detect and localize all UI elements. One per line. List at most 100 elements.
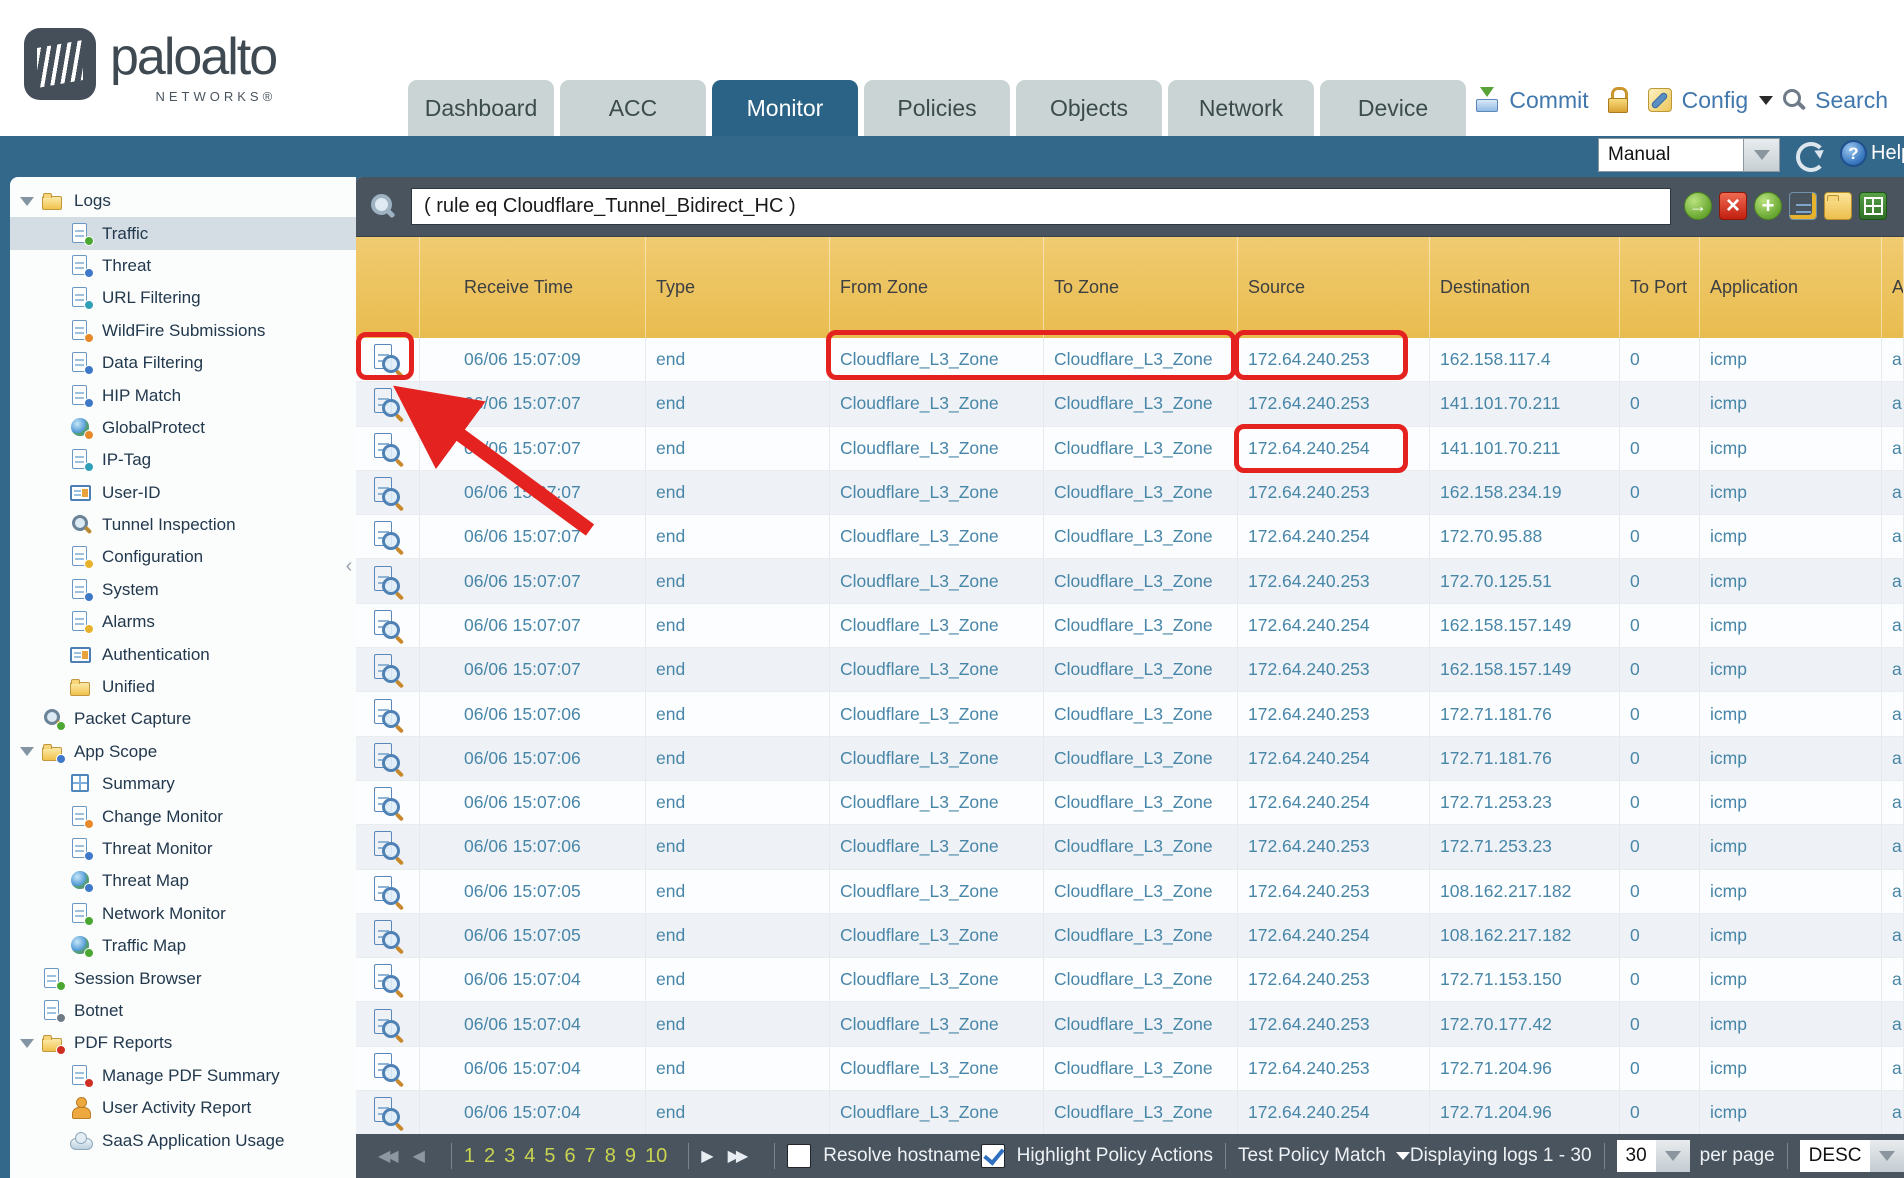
cell-application[interactable]: icmp — [1700, 737, 1882, 780]
config-caret-icon[interactable] — [1759, 96, 1773, 105]
cell-source[interactable]: 172.64.240.253 — [1238, 1002, 1430, 1045]
add-filter-button[interactable] — [1754, 192, 1782, 220]
help-label[interactable]: Help — [1871, 142, 1904, 165]
page-7[interactable]: 7 — [585, 1145, 596, 1168]
chevron-down-icon[interactable] — [1396, 1152, 1410, 1160]
page-8[interactable]: 8 — [605, 1145, 616, 1168]
cell-destination[interactable]: 108.162.217.182 — [1430, 914, 1620, 957]
cell-application[interactable]: icmp — [1700, 1047, 1882, 1090]
cell-destination[interactable]: 172.70.95.88 — [1430, 515, 1620, 558]
sidebar-item-hip-match[interactable]: HIP Match — [10, 379, 356, 411]
page-3[interactable]: 3 — [504, 1145, 515, 1168]
cell-application[interactable]: icmp — [1700, 1091, 1882, 1134]
cell-application[interactable]: icmp — [1700, 559, 1882, 602]
tab-dashboard[interactable]: Dashboard — [408, 80, 554, 136]
cell-to-zone[interactable]: Cloudflare_L3_Zone — [1044, 781, 1238, 824]
cell-destination[interactable]: 172.70.177.42 — [1430, 1002, 1620, 1045]
column-header-source[interactable]: Source — [1238, 237, 1430, 338]
cell-from-zone[interactable]: Cloudflare_L3_Zone — [830, 692, 1044, 735]
cell-destination[interactable]: 172.71.204.96 — [1430, 1047, 1620, 1090]
cell-application[interactable]: icmp — [1700, 958, 1882, 1001]
cell-from-zone[interactable]: Cloudflare_L3_Zone — [830, 648, 1044, 691]
save-filter-button[interactable] — [1789, 192, 1817, 220]
log-detail-icon[interactable] — [374, 699, 401, 730]
column-header-application[interactable]: Application — [1700, 237, 1882, 338]
cell-to-zone[interactable]: Cloudflare_L3_Zone — [1044, 825, 1238, 868]
tab-acc[interactable]: ACC — [560, 80, 706, 136]
resolve-hostname-checkbox[interactable] — [787, 1144, 811, 1168]
cell-to-zone[interactable]: Cloudflare_L3_Zone — [1044, 1091, 1238, 1134]
sidebar-item-url-filtering[interactable]: URL Filtering — [10, 282, 356, 314]
column-header-a[interactable]: A — [1882, 237, 1904, 338]
sort-order-select[interactable]: DESC — [1800, 1140, 1871, 1172]
sidebar-item-saas-application-usage[interactable]: SaaS Application Usage — [10, 1124, 356, 1156]
cell-to-zone[interactable]: Cloudflare_L3_Zone — [1044, 914, 1238, 957]
log-detail-icon[interactable] — [374, 1097, 401, 1128]
cell-source[interactable]: 172.64.240.253 — [1238, 692, 1430, 735]
cell-destination[interactable]: 162.158.117.4 — [1430, 338, 1620, 381]
page-4[interactable]: 4 — [524, 1145, 535, 1168]
cell-to-zone[interactable]: Cloudflare_L3_Zone — [1044, 648, 1238, 691]
cell-application[interactable]: icmp — [1700, 338, 1882, 381]
cell-destination[interactable]: 172.70.125.51 — [1430, 559, 1620, 602]
tab-objects[interactable]: Objects — [1016, 80, 1162, 136]
cell-destination[interactable]: 108.162.217.182 — [1430, 870, 1620, 913]
highlight-policy-actions-checkbox[interactable] — [981, 1144, 1005, 1168]
cell-from-zone[interactable]: Cloudflare_L3_Zone — [830, 825, 1044, 868]
apply-filter-button[interactable] — [1684, 192, 1712, 220]
cell-to-zone[interactable]: Cloudflare_L3_Zone — [1044, 1002, 1238, 1045]
log-detail-icon[interactable] — [374, 787, 401, 818]
cell-source[interactable]: 172.64.240.253 — [1238, 825, 1430, 868]
cell-from-zone[interactable]: Cloudflare_L3_Zone — [830, 604, 1044, 647]
cell-source[interactable]: 172.64.240.254 — [1238, 914, 1430, 957]
sidebar-item-manage-pdf-summary[interactable]: Manage PDF Summary — [10, 1060, 356, 1092]
sidebar-collapse-handle[interactable] — [342, 549, 356, 583]
cell-application[interactable]: icmp — [1700, 427, 1882, 470]
cell-source[interactable]: 172.64.240.253 — [1238, 648, 1430, 691]
cell-to-zone[interactable]: Cloudflare_L3_Zone — [1044, 515, 1238, 558]
next-page-button[interactable]: ▶ — [701, 1146, 713, 1166]
sidebar-item-alarms[interactable]: Alarms — [10, 606, 356, 638]
tab-policies[interactable]: Policies — [864, 80, 1010, 136]
load-filter-button[interactable] — [1824, 192, 1852, 220]
cell-to-zone[interactable]: Cloudflare_L3_Zone — [1044, 471, 1238, 514]
cell-application[interactable]: icmp — [1700, 870, 1882, 913]
cell-destination[interactable]: 172.71.181.76 — [1430, 692, 1620, 735]
cell-destination[interactable]: 172.71.253.23 — [1430, 781, 1620, 824]
cell-from-zone[interactable]: Cloudflare_L3_Zone — [830, 515, 1044, 558]
page-6[interactable]: 6 — [565, 1145, 576, 1168]
column-header-from-zone[interactable]: From Zone — [830, 237, 1044, 338]
tab-network[interactable]: Network — [1168, 80, 1314, 136]
sidebar-item-user-activity-report[interactable]: User Activity Report — [10, 1092, 356, 1124]
refresh-mode-dropdown-button[interactable] — [1744, 138, 1780, 172]
cell-source[interactable]: 172.64.240.253 — [1238, 870, 1430, 913]
column-header-to-zone[interactable]: To Zone — [1044, 237, 1238, 338]
per-page-select[interactable]: 30 — [1617, 1140, 1656, 1172]
sidebar-item-globalprotect[interactable]: GlobalProtect — [10, 412, 356, 444]
sort-order-dropdown-button[interactable] — [1870, 1140, 1904, 1172]
page-5[interactable]: 5 — [544, 1145, 555, 1168]
cell-to-zone[interactable]: Cloudflare_L3_Zone — [1044, 338, 1238, 381]
test-policy-match-button[interactable]: Test Policy Match — [1238, 1145, 1386, 1167]
log-detail-icon[interactable] — [374, 521, 401, 552]
cell-to-zone[interactable]: Cloudflare_L3_Zone — [1044, 1047, 1238, 1090]
log-detail-icon[interactable] — [374, 1053, 401, 1084]
sidebar-item-change-monitor[interactable]: Change Monitor — [10, 800, 356, 832]
log-detail-icon[interactable] — [374, 566, 401, 597]
cell-from-zone[interactable]: Cloudflare_L3_Zone — [830, 471, 1044, 514]
cell-application[interactable]: icmp — [1700, 604, 1882, 647]
column-header-type[interactable]: Type — [646, 237, 830, 338]
tab-device[interactable]: Device — [1320, 80, 1466, 136]
cell-to-zone[interactable]: Cloudflare_L3_Zone — [1044, 692, 1238, 735]
column-header-destination[interactable]: Destination — [1430, 237, 1620, 338]
cell-destination[interactable]: 172.71.253.23 — [1430, 825, 1620, 868]
sidebar-item-network-monitor[interactable]: Network Monitor — [10, 898, 356, 930]
cell-source[interactable]: 172.64.240.254 — [1238, 1091, 1430, 1134]
cell-application[interactable]: icmp — [1700, 471, 1882, 514]
cell-source[interactable]: 172.64.240.253 — [1238, 338, 1430, 381]
cell-to-zone[interactable]: Cloudflare_L3_Zone — [1044, 870, 1238, 913]
cell-destination[interactable]: 172.71.181.76 — [1430, 737, 1620, 780]
cell-application[interactable]: icmp — [1700, 781, 1882, 824]
cell-from-zone[interactable]: Cloudflare_L3_Zone — [830, 737, 1044, 780]
cell-destination[interactable]: 172.71.204.96 — [1430, 1091, 1620, 1134]
